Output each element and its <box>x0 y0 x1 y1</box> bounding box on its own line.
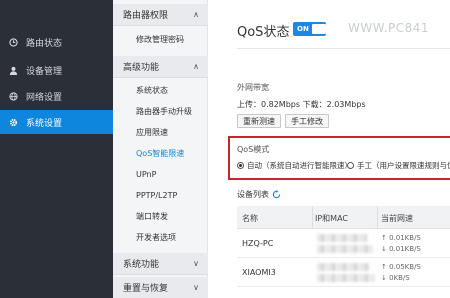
chevron-up-icon: ∧ <box>193 62 199 71</box>
ip-mac-redacted <box>317 234 367 242</box>
ip-mac-redacted <box>317 274 375 282</box>
nav-item-label: 系统设置 <box>26 118 63 129</box>
qos-auto-radio[interactable] <box>237 162 244 169</box>
submenu-item-app-speed-limit[interactable]: 应用限速 <box>136 126 168 140</box>
submenu-item-port-forwarding[interactable]: 端口转发 <box>136 210 168 224</box>
chevron-down-icon: ∨ <box>193 259 199 268</box>
device-name: HZQ-PC <box>242 239 274 248</box>
main-content: QoS状态 ON WWW.PC841 外网带宽 上传：0.82Mbps 下载：2… <box>209 0 450 298</box>
nav-item-device-management[interactable]: 设备管理 <box>0 58 113 82</box>
column-header-name: 名称 <box>242 214 258 223</box>
bandwidth-heading: 外网带宽 <box>237 83 269 92</box>
nav-item-label: 路由状态 <box>26 38 63 49</box>
ip-mac-redacted <box>317 245 373 253</box>
page-title: QoS状态 <box>237 25 290 40</box>
device-list-heading: 设备列表 <box>237 190 269 199</box>
submenu-section-advanced[interactable]: 高级功能 ∧ <box>113 56 208 78</box>
qos-manual-label[interactable]: 手工（用户设置限速规则与优 <box>357 160 450 171</box>
qos-toggle[interactable]: ON <box>293 22 326 36</box>
table-row[interactable]: HZQ-PC ↑ 0.01KB/S ↓ 0.01KB/S <box>237 229 450 258</box>
nav-item-label: 网络设置 <box>26 92 63 103</box>
submenu-item-qos-smart-limit[interactable]: QoS智能限速 <box>136 147 184 161</box>
toggle-knob <box>312 24 326 34</box>
section-title: 路由器权限 <box>123 11 169 21</box>
device-name: XIAOMI3 <box>242 268 276 277</box>
section-title: 系统功能 <box>123 260 160 270</box>
qos-auto-label[interactable]: 自动（系统自动进行智能限速） <box>247 160 352 171</box>
submenu-item-system-status[interactable]: 系统状态 <box>136 84 168 98</box>
device-table-header: 名称 IP和MAC 当前网速 <box>237 206 450 229</box>
clock-icon <box>9 37 18 47</box>
submenu-item-upnp[interactable]: UPnP <box>136 168 156 182</box>
chevron-up-icon: ∧ <box>193 10 199 19</box>
qos-manual-radio[interactable] <box>347 162 354 169</box>
qos-mode-heading: QoS模式 <box>237 145 270 154</box>
submenu-section-router-permissions[interactable]: 路由器权限 ∧ <box>113 4 208 26</box>
bandwidth-summary: 上传：0.82Mbps 下载：2.03Mbps <box>237 100 366 109</box>
left-navigation: 路由状态 设备管理 网络设置 系统设置 <box>0 0 119 298</box>
table-row[interactable]: XIAOMI3 ↑ 0.05KB/S ↓ 0KB/S <box>237 258 450 287</box>
submenu-section-system-functions[interactable]: 系统功能 ∨ <box>113 253 208 275</box>
chevron-down-icon: ∨ <box>193 283 199 292</box>
column-header-ip-mac: IP和MAC <box>315 214 349 223</box>
nav-item-network-settings[interactable]: 网络设置 <box>0 84 113 108</box>
submenu-item-change-password[interactable]: 修改管理密码 <box>136 33 184 47</box>
globe-icon <box>9 91 18 101</box>
column-header-speed: 当前网速 <box>381 214 413 223</box>
ip-mac-redacted <box>317 263 369 271</box>
user-icon <box>9 66 18 75</box>
section-title: 重置与恢复 <box>123 284 169 294</box>
watermark: WWW.PC841 <box>348 21 430 35</box>
upload-speed: ↑ 0.05KB/S <box>381 263 421 271</box>
column-divider <box>312 206 313 229</box>
refresh-icon[interactable] <box>272 190 281 199</box>
section-title: 高级功能 <box>123 63 160 73</box>
download-speed: ↓ 0KB/S <box>381 274 410 282</box>
download-speed: ↓ 0.01KB/S <box>381 245 421 253</box>
submenu-item-manual-upgrade[interactable]: 路由器手动升级 <box>136 105 192 119</box>
qos-mode-highlight <box>228 136 450 180</box>
submenu-item-pptp-l2tp[interactable]: PPTP/L2TP <box>136 189 177 203</box>
divider <box>237 48 450 49</box>
column-divider <box>377 206 378 229</box>
gear-icon <box>9 118 18 127</box>
retest-button[interactable]: 重新测速 <box>237 114 281 128</box>
nav-item-label: 设备管理 <box>26 66 63 77</box>
nav-item-system-settings[interactable]: 系统设置 <box>0 110 119 134</box>
settings-submenu: 路由器权限 ∧ 修改管理密码 高级功能 ∧ 系统状态 路由器手动升级 应用限速 … <box>113 0 208 298</box>
toggle-label: ON <box>297 25 309 33</box>
manual-edit-button[interactable]: 手工修改 <box>285 114 329 128</box>
submenu-section-reset-restore[interactable]: 重置与恢复 ∨ <box>113 277 208 298</box>
nav-item-router-status[interactable]: 路由状态 <box>0 30 113 54</box>
upload-speed: ↑ 0.01KB/S <box>381 234 421 242</box>
submenu-item-developer-options[interactable]: 开发者选项 <box>136 231 176 245</box>
